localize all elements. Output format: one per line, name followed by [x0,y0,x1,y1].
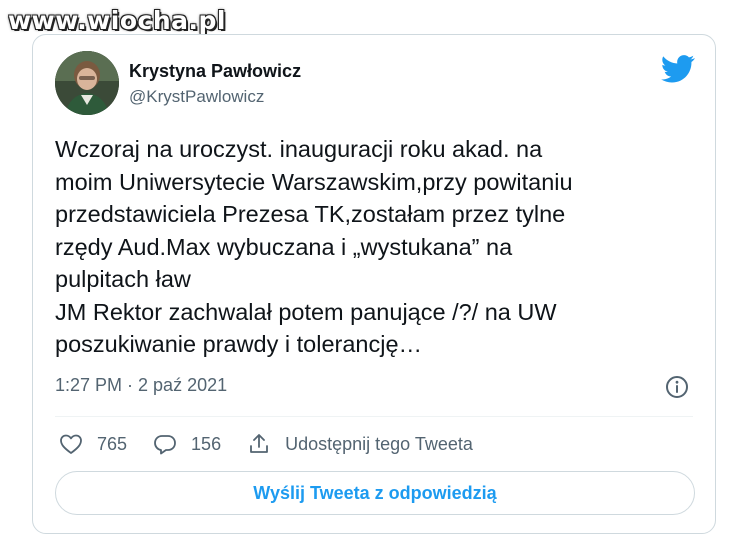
tweet-text-line: Wczoraj na uroczyst. inauguracji roku ak… [55,136,543,162]
tweet-text-line: przedstawiciela Prezesa TK,zostałam prze… [55,201,566,227]
divider [55,416,693,417]
tweet-text-line: JM Rektor zachwalał potem panujące /?/ n… [55,298,557,325]
share-label: Udostępnij tego Tweeta [285,433,473,454]
tweet-text-line: rzędy Aud.Max wybuczana i „wystukana” na [55,233,513,260]
tweet-timestamp[interactable]: 1:27 PM · 2 paź 2021 [55,375,227,396]
tweet-text-line: pulpitach ław [55,266,191,292]
tweet-text: Wczoraj na uroczyst. inauguracji roku ak… [55,133,695,361]
tweet-actions: 765 156 Udostępnij tego Tweeta [59,431,499,457]
site-watermark: www.wiocha.pl [8,6,226,35]
reply-action[interactable]: 156 [153,432,221,456]
heart-icon [60,434,82,454]
like-action[interactable]: 765 [59,432,127,456]
share-icon [250,434,268,453]
reply-bubble-icon [154,435,176,455]
avatar[interactable] [55,51,119,115]
info-icon[interactable] [665,375,689,399]
reply-tweet-button[interactable]: Wyślij Tweeta z odpowiedzią [55,471,695,515]
twitter-bird-icon[interactable] [660,55,695,83]
share-action[interactable]: Udostępnij tego Tweeta [247,432,473,456]
author-handle[interactable]: @KrystPawlowicz [129,87,264,107]
reply-count: 156 [191,433,222,454]
tweet-card: Krystyna Pawłowicz @KrystPawlowicz Wczor… [32,34,716,534]
like-count: 765 [97,433,128,454]
author-name[interactable]: Krystyna Pawłowicz [129,61,301,82]
tweet-text-line: poszukiwanie prawdy i tolerancję… [55,331,423,357]
tweet-text-line: moim Uniwersytecie Warszawskim,przy powi… [55,168,573,195]
